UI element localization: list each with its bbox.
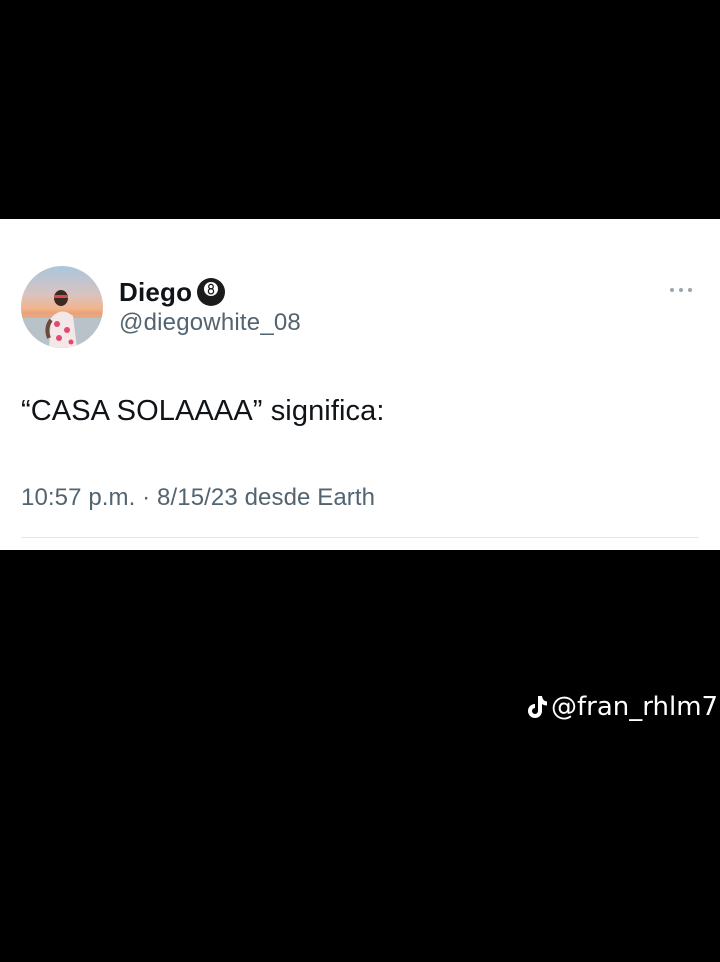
- author-block: Diego @diegowhite_08: [119, 275, 301, 337]
- watermark-handle: @fran_rhlm7: [551, 692, 719, 722]
- tiktok-icon: [527, 694, 549, 720]
- tweet-text: “CASA SOLAAAA” significa:: [21, 395, 385, 427]
- display-name[interactable]: Diego: [119, 277, 192, 308]
- watermark: @fran_rhlm7: [527, 692, 718, 722]
- screen: Diego @diegowhite_08 “CASA SOLAAAA” sign…: [0, 0, 720, 962]
- more-options-icon[interactable]: [668, 283, 694, 295]
- divider: [21, 537, 699, 538]
- avatar[interactable]: [21, 266, 103, 348]
- handle[interactable]: @diegowhite_08: [119, 309, 301, 337]
- tweet-timestamp[interactable]: 10:57 p.m. · 8/15/23 desde Earth: [21, 484, 375, 512]
- eight-ball-icon: [196, 277, 226, 307]
- name-row: Diego: [119, 275, 301, 309]
- tweet-card: Diego @diegowhite_08 “CASA SOLAAAA” sign…: [0, 219, 720, 550]
